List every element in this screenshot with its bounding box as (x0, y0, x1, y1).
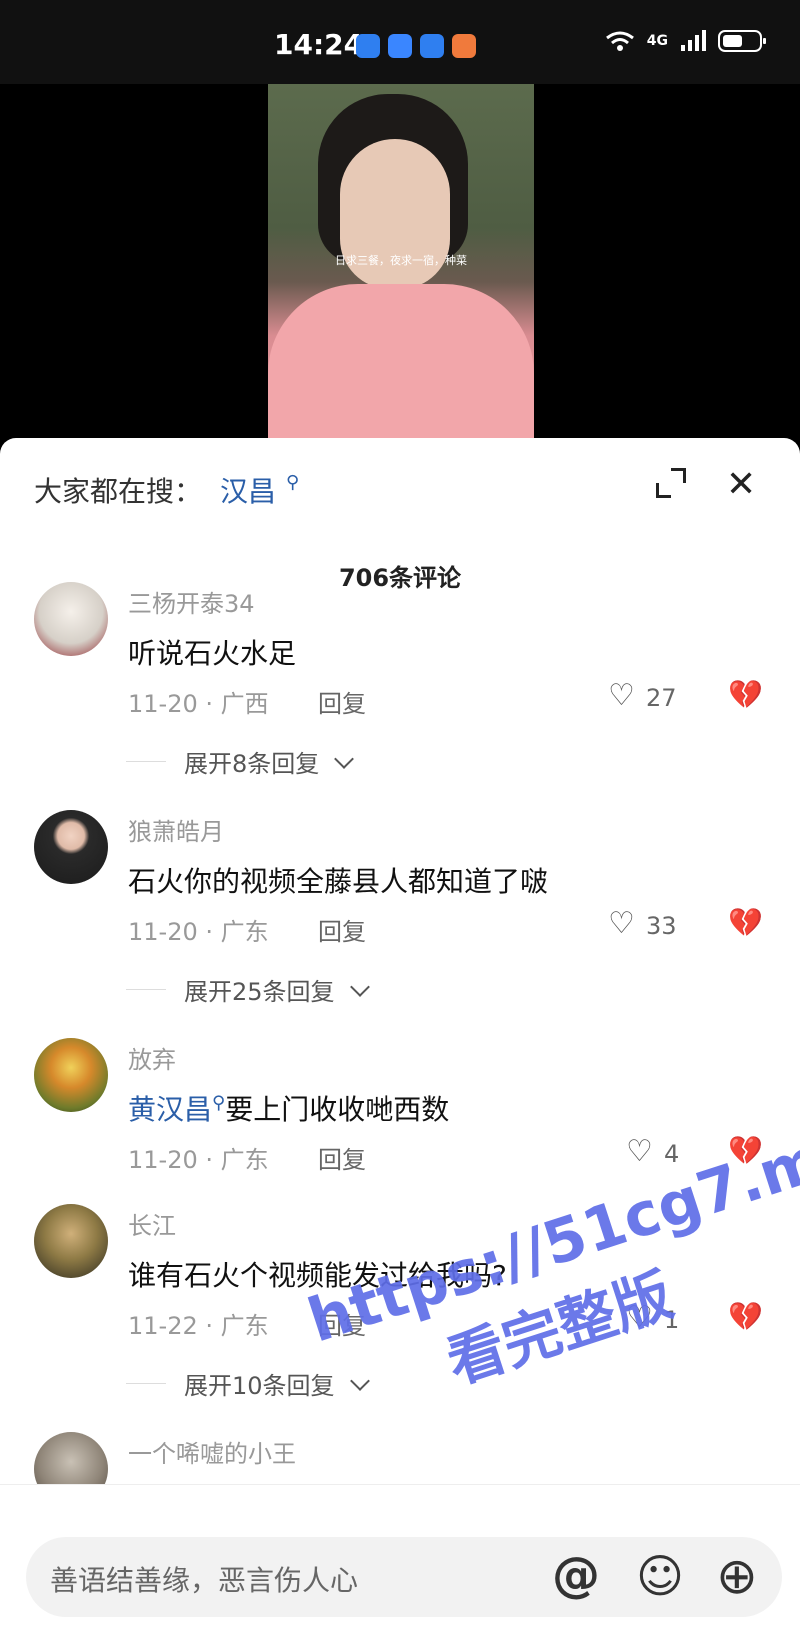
signal-icon (681, 30, 706, 51)
chevron-down-icon (334, 748, 355, 769)
comment-meta: 11-20 · 广东 (128, 918, 269, 946)
comment-input-placeholder: 善语结善缘，恶言伤人心 (50, 1564, 359, 1597)
avatar[interactable] (34, 582, 108, 656)
expand-replies-button[interactable]: 展开8条回复 (126, 744, 355, 779)
divider-line (126, 761, 166, 762)
comment-username[interactable]: 狼萧皓月 (128, 812, 224, 847)
heart-icon[interactable]: ♡ (608, 678, 635, 713)
expand-replies-label: 展开10条回复 (184, 1372, 335, 1400)
comment-sheet: 大家都在搜： 汉昌 ⚲ ✕ 706条评论 三杨开泰34 听说石火水足 11-20… (0, 438, 800, 1649)
reply-button[interactable]: 回复 (318, 1140, 366, 1175)
status-bar: 14:24 4G (0, 0, 800, 84)
comment-count: 706条评论 (338, 564, 462, 592)
expand-icon[interactable] (656, 468, 686, 498)
mention-name: 黄汉昌 (128, 1093, 213, 1126)
video-person-hoodie (268, 284, 534, 444)
comment-meta: 11-20 · 广东 (128, 1146, 269, 1174)
expand-replies-label: 展开8条回复 (184, 750, 320, 778)
comment-input[interactable]: 善语结善缘，恶言伤人心 @ ☺ ⊕ (26, 1537, 782, 1617)
mention-link[interactable]: 黄汉昌⚲ (128, 1093, 225, 1126)
broken-heart-icon[interactable]: 💔 (728, 678, 763, 711)
comment-input-bar: 善语结善缘，恶言伤人心 @ ☺ ⊕ (0, 1484, 800, 1650)
reply-button[interactable]: 回复 (318, 912, 366, 947)
notification-icons (356, 34, 476, 58)
system-indicators: 4G (605, 30, 766, 52)
reply-button[interactable]: 回复 (318, 684, 366, 719)
wifi-icon (605, 31, 634, 51)
comment-body: 要上门收收哋西数 (225, 1093, 450, 1126)
search-icon: ⚲ (212, 1092, 226, 1114)
battery-icon (718, 30, 766, 52)
heart-app-icon (452, 34, 476, 58)
hot-search-keyword[interactable]: 汉昌 (220, 470, 276, 510)
hot-search-label: 大家都在搜： (34, 475, 203, 508)
video-frame[interactable]: 日求三餐，夜求一宿，种菜 (268, 84, 534, 444)
comment-text[interactable]: 石火你的视频全藤县人都知道了啵 (128, 860, 548, 900)
like-count: 4 (664, 1140, 680, 1168)
divider-line (126, 989, 166, 990)
comment-username[interactable]: 三杨开泰34 (128, 584, 255, 619)
comment-text[interactable]: 黄汉昌⚲要上门收收哋西数 (128, 1088, 449, 1128)
like-count: 27 (646, 684, 677, 712)
status-time: 14:24 (274, 28, 364, 61)
video-caption: 日求三餐，夜求一宿，种菜 (335, 254, 467, 267)
comment-text[interactable]: 听说石火水足 (128, 632, 296, 672)
comment-username[interactable]: 一个唏嘘的小王 (128, 1434, 296, 1469)
comment-meta: 11-20 · 广西 (128, 690, 269, 718)
avatar[interactable] (34, 1038, 108, 1112)
video-player[interactable]: 日求三餐，夜求一宿，种菜 (0, 84, 800, 444)
broken-heart-icon[interactable]: 💔 (728, 906, 763, 939)
comment-username[interactable]: 长江 (128, 1206, 176, 1241)
network-type: 4G (646, 33, 668, 49)
heart-icon[interactable]: ♡ (626, 1134, 653, 1169)
plus-icon[interactable]: ⊕ (716, 1547, 758, 1605)
cube-app-icon (420, 34, 444, 58)
comment-username[interactable]: 放弃 (128, 1040, 176, 1075)
comment-meta: 11-22 · 广东 (128, 1312, 269, 1340)
close-icon[interactable]: ✕ (726, 464, 756, 505)
upload-app-icon (388, 34, 412, 58)
chevron-down-icon (349, 976, 370, 997)
avatar[interactable] (34, 1204, 108, 1278)
avatar[interactable] (34, 810, 108, 884)
like-count: 33 (646, 912, 677, 940)
expand-replies-button[interactable]: 展开25条回复 (126, 972, 370, 1007)
search-icon: ⚲ (286, 472, 300, 493)
at-mention-icon[interactable]: @ (552, 1547, 600, 1603)
emoji-icon[interactable]: ☺ (636, 1549, 684, 1603)
expand-replies-label: 展开25条回复 (184, 978, 335, 1006)
shield-app-icon (356, 34, 380, 58)
divider-line (126, 1383, 166, 1384)
heart-icon[interactable]: ♡ (608, 906, 635, 941)
